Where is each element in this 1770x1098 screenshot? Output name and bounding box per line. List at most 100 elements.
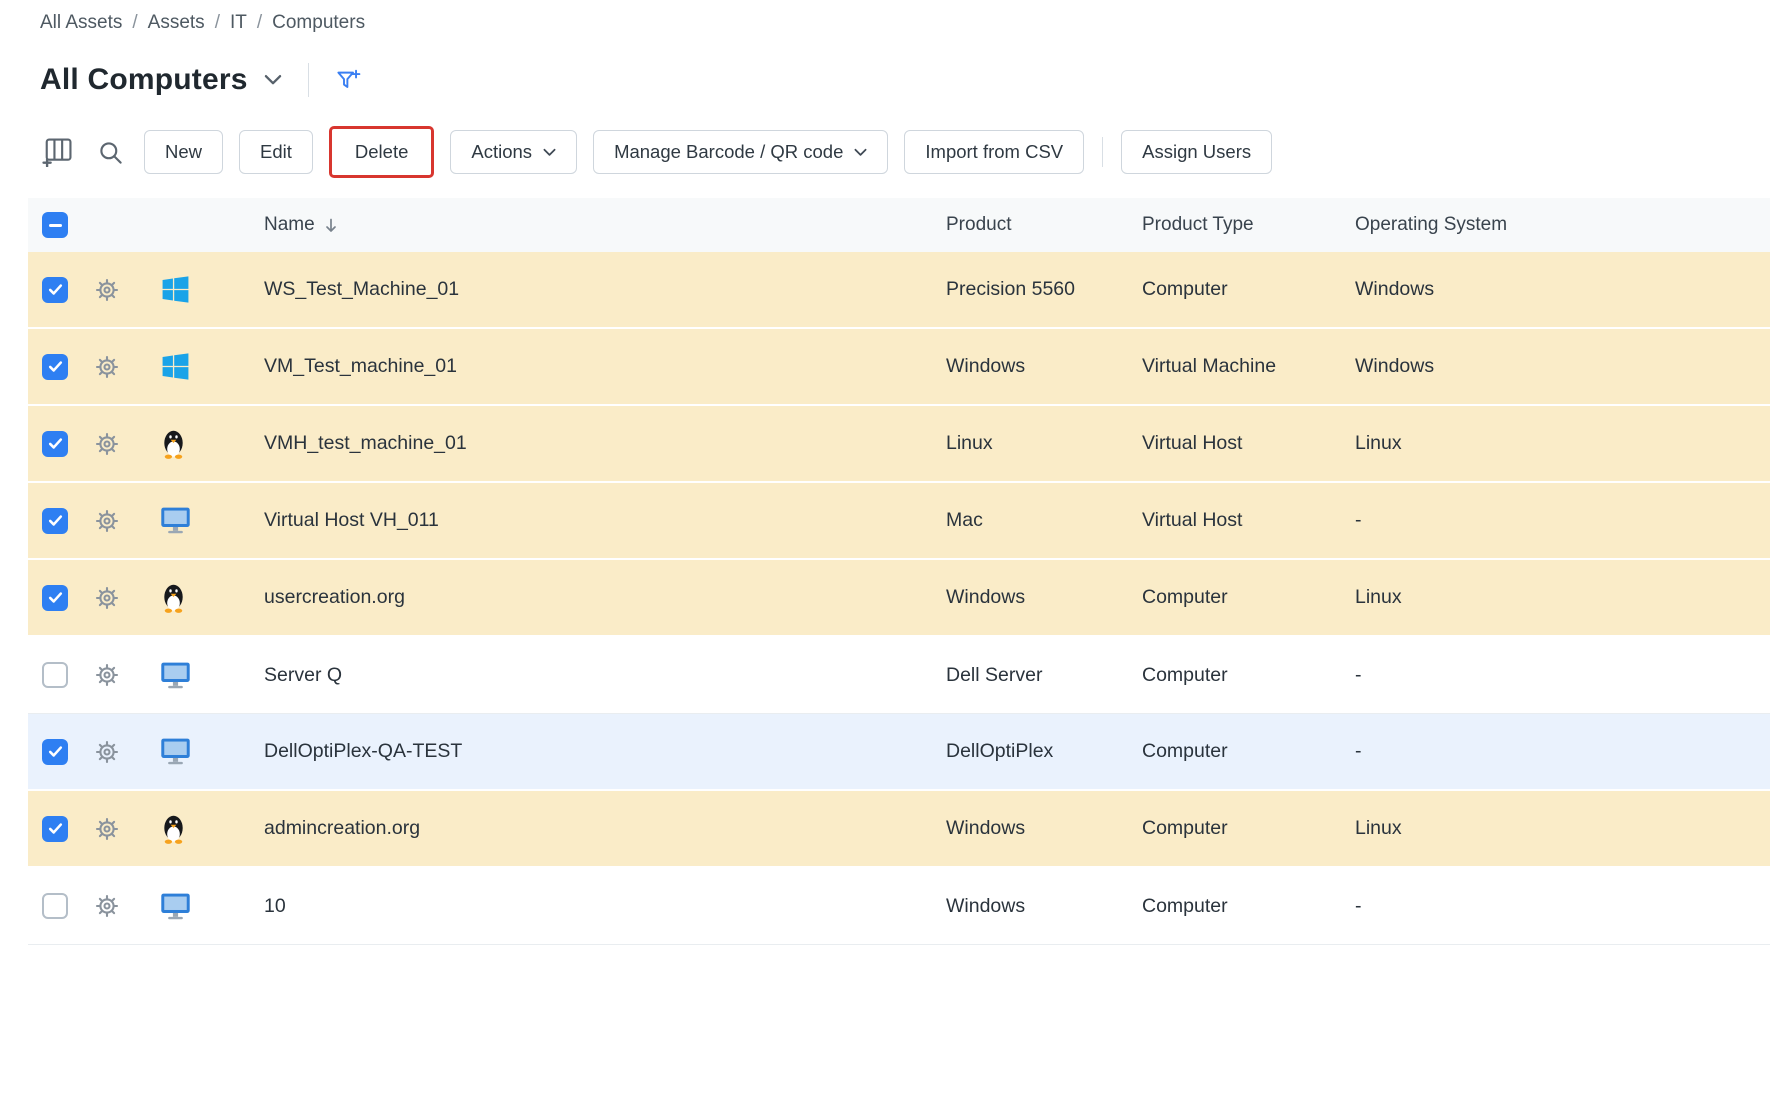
monitor-icon <box>160 506 191 535</box>
table-row[interactable]: VM_Test_machine_01WindowsVirtual Machine… <box>28 329 1770 406</box>
linux-icon <box>160 813 187 844</box>
asset-name[interactable]: usercreation.org <box>264 586 946 609</box>
breadcrumb-separator: / <box>257 12 262 34</box>
gear-icon[interactable] <box>95 509 119 533</box>
row-checkbox[interactable] <box>42 739 68 765</box>
asset-name[interactable]: DellOptiPlex-QA-TEST <box>264 740 946 763</box>
table-row[interactable]: Virtual Host VH_011MacVirtual Host- <box>28 483 1770 560</box>
column-header-operating-system[interactable]: Operating System <box>1355 214 1770 236</box>
asset-product: Dell Server <box>946 664 1142 687</box>
row-checkbox[interactable] <box>42 508 68 534</box>
column-header-name[interactable]: Name <box>264 214 315 236</box>
chevron-down-icon <box>543 148 556 157</box>
table-row[interactable]: DellOptiPlex-QA-TESTDellOptiPlexComputer… <box>28 714 1770 791</box>
asset-os: - <box>1355 509 1770 532</box>
asset-name[interactable]: WS_Test_Machine_01 <box>264 278 946 301</box>
actions-button[interactable]: Actions <box>450 130 577 174</box>
asset-product-type: Computer <box>1142 740 1355 763</box>
asset-name[interactable]: Server Q <box>264 664 946 687</box>
asset-name[interactable]: VM_Test_machine_01 <box>264 355 946 378</box>
gear-icon[interactable] <box>95 663 119 687</box>
asset-name[interactable]: Virtual Host VH_011 <box>264 509 946 532</box>
monitor-icon <box>160 892 191 921</box>
asset-name[interactable]: VMH_test_machine_01 <box>264 432 946 455</box>
breadcrumb-separator: / <box>215 12 220 34</box>
asset-os: - <box>1355 740 1770 763</box>
asset-product: Windows <box>946 355 1142 378</box>
table-row[interactable]: admincreation.orgWindowsComputerLinux <box>28 791 1770 868</box>
filter-add-button[interactable] <box>331 62 367 98</box>
column-header-product[interactable]: Product <box>946 214 1142 236</box>
breadcrumb-assets[interactable]: Assets <box>148 12 205 34</box>
gear-icon[interactable] <box>95 817 119 841</box>
assign-users-button[interactable]: Assign Users <box>1121 130 1272 174</box>
asset-product: Precision 5560 <box>946 278 1142 301</box>
import-from-csv-button[interactable]: Import from CSV <box>904 130 1084 174</box>
gear-icon[interactable] <box>95 278 119 302</box>
asset-product: Windows <box>946 895 1142 918</box>
asset-product: DellOptiPlex <box>946 740 1142 763</box>
actions-button-label: Actions <box>471 141 532 163</box>
row-checkbox[interactable] <box>42 277 68 303</box>
asset-product-type: Computer <box>1142 664 1355 687</box>
asset-table: Name Product Product Type Operating Syst… <box>28 198 1770 945</box>
column-header-product-type[interactable]: Product Type <box>1142 214 1355 236</box>
breadcrumb-separator: / <box>132 12 137 34</box>
asset-product-type: Virtual Host <box>1142 432 1355 455</box>
table-row[interactable]: VMH_test_machine_01LinuxVirtual HostLinu… <box>28 406 1770 483</box>
gear-icon[interactable] <box>95 432 119 456</box>
asset-os: Linux <box>1355 586 1770 609</box>
row-checkbox[interactable] <box>42 431 68 457</box>
edit-button[interactable]: Edit <box>239 130 313 174</box>
asset-product: Windows <box>946 817 1142 840</box>
breadcrumb-all-assets[interactable]: All Assets <box>40 12 122 34</box>
chevron-down-icon <box>264 74 282 86</box>
gear-icon[interactable] <box>95 894 119 918</box>
asset-name[interactable]: admincreation.org <box>264 817 946 840</box>
table-columns-add-button[interactable] <box>40 134 76 170</box>
table-row[interactable]: usercreation.orgWindowsComputerLinux <box>28 560 1770 637</box>
divider <box>308 63 309 97</box>
chevron-down-icon <box>854 148 867 157</box>
filter-add-icon <box>335 67 362 94</box>
indeterminate-mark-icon <box>49 224 62 227</box>
toolbar: New Edit Delete Actions Manage Barcode /… <box>40 126 1770 178</box>
table-row[interactable]: WS_Test_Machine_01Precision 5560Computer… <box>28 252 1770 329</box>
asset-os: Linux <box>1355 432 1770 455</box>
gear-icon[interactable] <box>95 740 119 764</box>
windows-icon <box>160 274 191 305</box>
row-checkbox[interactable] <box>42 816 68 842</box>
gear-icon[interactable] <box>95 586 119 610</box>
breadcrumb-computers[interactable]: Computers <box>272 12 365 34</box>
row-checkbox[interactable] <box>42 354 68 380</box>
delete-button[interactable]: Delete <box>335 132 428 172</box>
gear-icon[interactable] <box>95 355 119 379</box>
table-header: Name Product Product Type Operating Syst… <box>28 198 1770 252</box>
title-row: All Computers <box>40 62 1770 98</box>
row-checkbox[interactable] <box>42 585 68 611</box>
delete-button-highlight: Delete <box>329 126 434 178</box>
table-row[interactable]: Server QDell ServerComputer- <box>28 637 1770 714</box>
asset-table-body: WS_Test_Machine_01Precision 5560Computer… <box>28 252 1770 945</box>
view-selector-dropdown[interactable] <box>264 74 282 86</box>
linux-icon <box>160 582 187 613</box>
manage-barcode-button[interactable]: Manage Barcode / QR code <box>593 130 888 174</box>
row-checkbox[interactable] <box>42 893 68 919</box>
asset-name[interactable]: 10 <box>264 895 946 918</box>
breadcrumb-it[interactable]: IT <box>230 12 247 34</box>
manage-barcode-button-label: Manage Barcode / QR code <box>614 141 843 163</box>
asset-os: - <box>1355 895 1770 918</box>
windows-icon <box>160 351 191 382</box>
select-all-checkbox[interactable] <box>42 212 68 238</box>
search-icon <box>97 139 124 166</box>
search-button[interactable] <box>92 134 128 170</box>
new-button[interactable]: New <box>144 130 223 174</box>
table-row[interactable]: 10WindowsComputer- <box>28 868 1770 945</box>
asset-product-type: Computer <box>1142 278 1355 301</box>
asset-product-type: Computer <box>1142 895 1355 918</box>
asset-product-type: Computer <box>1142 817 1355 840</box>
asset-os: Windows <box>1355 278 1770 301</box>
asset-product: Mac <box>946 509 1142 532</box>
linux-icon <box>160 428 187 459</box>
row-checkbox[interactable] <box>42 662 68 688</box>
